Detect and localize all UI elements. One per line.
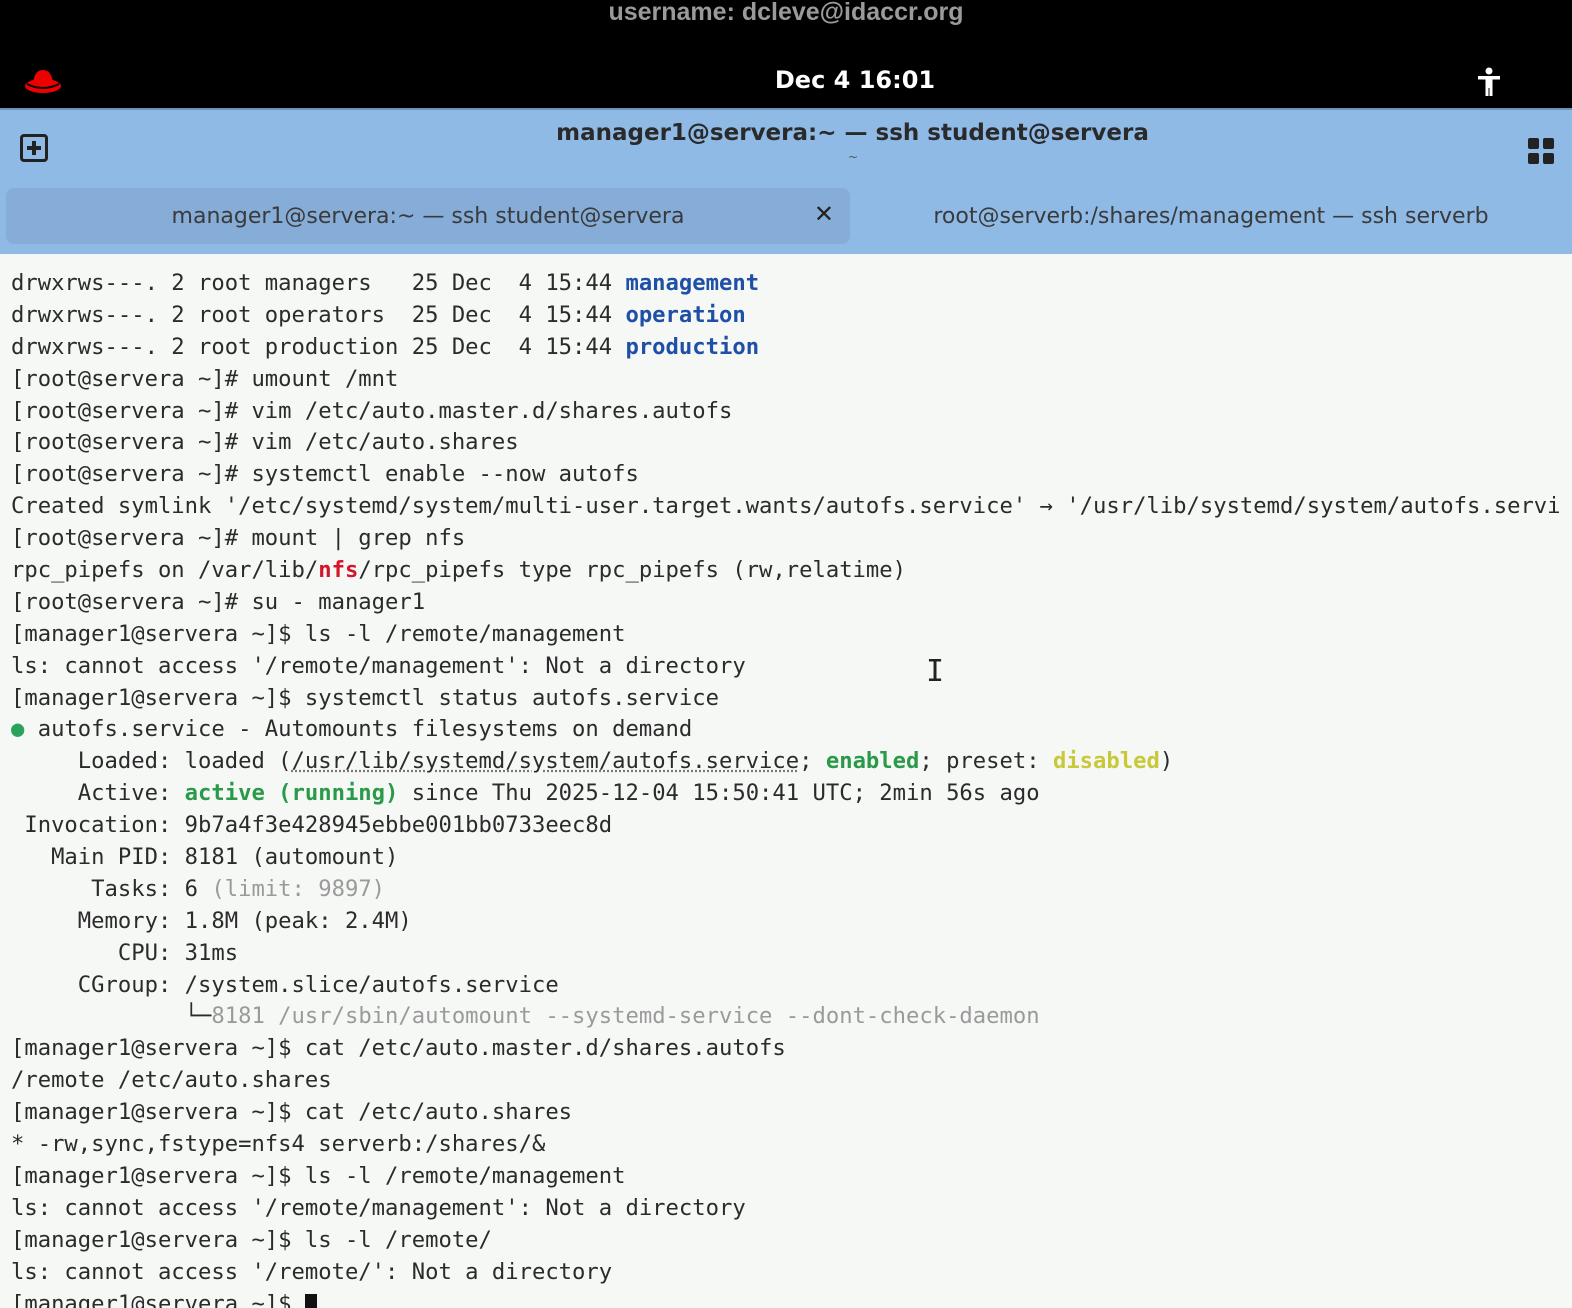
terminal-text: [root@servera ~]# su - manager1	[11, 588, 426, 615]
window-title: manager1@servera:~ — ssh student@servera	[556, 120, 1149, 146]
terminal-text: [root@servera ~]# mount | grep nfs	[11, 525, 466, 552]
terminal-text: drwxrws---. 2 root operators 25 Dec 4 15…	[11, 301, 626, 328]
terminal-text: operation	[625, 301, 746, 328]
terminal-text: Invocation: 9b7a4f3e428945ebbe001bb0733e…	[11, 812, 613, 839]
terminal-text: disabled	[1052, 748, 1160, 775]
terminal-text: ls: cannot access '/remote/management': …	[11, 1194, 746, 1221]
terminal-text: Tasks: 6	[11, 875, 212, 902]
terminal-line: [manager1@servera ~]$ systemctl status a…	[11, 683, 1572, 715]
tab-serverb[interactable]: root@serverb:/shares/management — ssh se…	[850, 188, 1572, 244]
terminal-line: drwxrws---. 2 root production 25 Dec 4 1…	[11, 332, 1572, 364]
terminal-text: └─	[11, 1003, 212, 1030]
terminal-line: [manager1@servera ~]$ ls -l /remote/mana…	[11, 1161, 1572, 1193]
terminal-line: [root@servera ~]# umount /mnt	[11, 364, 1572, 396]
terminal-line: ls: cannot access '/remote/management': …	[11, 1193, 1572, 1225]
clock[interactable]: Dec 4 16:01	[0, 66, 1572, 94]
terminal-output[interactable]: drwxrws---. 2 root managers 25 Dec 4 15:…	[0, 254, 1572, 1308]
terminal-text: [root@servera ~]# vim /etc/auto.master.d…	[11, 397, 733, 424]
terminal-header-bar: manager1@servera:~ — ssh student@servera…	[0, 108, 1572, 254]
terminal-text: nfs	[318, 557, 359, 584]
terminal-text: Active:	[11, 780, 185, 807]
terminal-text: [root@servera ~]# systemctl enable --now…	[11, 461, 639, 488]
terminal-line: └─8181 /usr/sbin/automount --systemd-ser…	[11, 1001, 1572, 1033]
accessibility-icon[interactable]	[1476, 66, 1502, 98]
terminal-line: Invocation: 9b7a4f3e428945ebbe001bb0733e…	[11, 810, 1572, 842]
terminal-text: [manager1@servera ~]$ systemctl status a…	[11, 684, 719, 711]
close-tab-icon[interactable]: ✕	[814, 200, 834, 228]
terminal-line: [root@servera ~]# vim /etc/auto.shares	[11, 427, 1572, 459]
terminal-line: drwxrws---. 2 root managers 25 Dec 4 15:…	[11, 268, 1572, 300]
terminal-line: [manager1@servera ~]$ cat /etc/auto.mast…	[11, 1033, 1572, 1065]
text-cursor-ibeam-icon: I	[926, 654, 945, 689]
terminal-line: rpc_pipefs on /var/lib/nfs/rpc_pipefs ty…	[11, 555, 1572, 587]
terminal-line: * -rw,sync,fstype=nfs4 serverb:/shares/&	[11, 1129, 1572, 1161]
terminal-line: [manager1@servera ~]$ ls -l /remote/mana…	[11, 619, 1572, 651]
terminal-text: [manager1@servera ~]$ ls -l /remote/	[11, 1226, 492, 1253]
terminal-text: Loaded: loaded (	[11, 748, 292, 775]
terminal-text: production	[625, 333, 760, 360]
status-dot-icon: ●	[11, 716, 25, 743]
terminal-text: Memory: 1.8M (peak: 2.4M)	[11, 907, 412, 934]
terminal-line: Memory: 1.8M (peak: 2.4M)	[11, 906, 1572, 938]
terminal-line: Created symlink '/etc/systemd/system/mul…	[11, 491, 1572, 523]
terminal-text: autofs.service - Automounts filesystems …	[24, 716, 693, 743]
terminal-line: [root@servera ~]# systemctl enable --now…	[11, 459, 1572, 491]
terminal-cursor	[304, 1294, 317, 1308]
terminal-text: since Thu 2025-12-04 15:50:41 UTC; 2min …	[398, 780, 1040, 807]
terminal-text: [manager1@servera ~]$ ls -l /remote/mana…	[11, 620, 626, 647]
tab-label: manager1@servera:~ — ssh student@servera	[171, 203, 685, 229]
terminal-line: drwxrws---. 2 root operators 25 Dec 4 15…	[11, 300, 1572, 332]
terminal-text: Main PID: 8181 (automount)	[11, 844, 399, 871]
terminal-text: [manager1@servera ~]$ cat /etc/auto.shar…	[11, 1099, 573, 1126]
terminal-text: [root@servera ~]# vim /etc/auto.shares	[11, 429, 519, 456]
terminal-text: ls: cannot access '/remote/management': …	[11, 652, 746, 679]
terminal-text: drwxrws---. 2 root managers 25 Dec 4 15:…	[11, 270, 626, 296]
terminal-text: Created symlink '/etc/systemd/system/mul…	[11, 493, 1561, 520]
terminal-line: CGroup: /system.slice/autofs.service	[11, 970, 1572, 1002]
terminal-text: * -rw,sync,fstype=nfs4 serverb:/shares/&	[11, 1131, 546, 1158]
terminal-line: CPU: 31ms	[11, 938, 1572, 970]
terminal-text: [manager1@servera ~]$	[11, 1290, 305, 1308]
tab-servera[interactable]: manager1@servera:~ — ssh student@servera…	[6, 188, 850, 244]
terminal-line: [manager1@servera ~]$	[11, 1289, 1572, 1308]
terminal-line: ● autofs.service - Automounts filesystem…	[11, 714, 1572, 746]
terminal-line: /remote /etc/auto.shares	[11, 1065, 1572, 1097]
terminal-line: [manager1@servera ~]$ cat /etc/auto.shar…	[11, 1097, 1572, 1129]
terminal-text: management	[625, 270, 760, 296]
terminal-text: drwxrws---. 2 root production 25 Dec 4 1…	[11, 333, 626, 360]
terminal-text: CPU: 31ms	[11, 939, 239, 966]
terminal-line: Tasks: 6 (limit: 9897)	[11, 874, 1572, 906]
terminal-line: Loaded: loaded (/usr/lib/systemd/system/…	[11, 746, 1572, 778]
tab-overview-icon[interactable]	[1528, 138, 1554, 164]
terminal-text: enabled	[825, 748, 920, 775]
terminal-line: Active: active (running) since Thu 2025-…	[11, 778, 1572, 810]
terminal-text: CGroup: /system.slice/autofs.service	[11, 971, 559, 998]
terminal-line: [root@servera ~]# su - manager1	[11, 587, 1572, 619]
terminal-text: (limit: 9897)	[211, 875, 386, 902]
terminal-line: ls: cannot access '/remote/': Not a dire…	[11, 1257, 1572, 1289]
terminal-text: 8181 /usr/sbin/automount --systemd-servi…	[211, 1003, 1040, 1030]
terminal-line: [root@servera ~]# mount | grep nfs	[11, 523, 1572, 555]
terminal-text: [manager1@servera ~]$ cat /etc/auto.mast…	[11, 1035, 786, 1062]
terminal-text: ;	[799, 748, 826, 775]
username-banner: username: dcleve@idaccr.org	[608, 0, 964, 26]
terminal-line: [manager1@servera ~]$ ls -l /remote/	[11, 1225, 1572, 1257]
terminal-text: /usr/lib/systemd/system/autofs.service	[291, 748, 800, 775]
terminal-text: ls: cannot access '/remote/': Not a dire…	[11, 1258, 613, 1285]
system-top-bar: username: dcleve@idaccr.org Dec 4 16:01	[0, 0, 1572, 108]
terminal-text: rpc_pipefs on /var/lib/	[11, 557, 319, 584]
terminal-text: [manager1@servera ~]$ ls -l /remote/mana…	[11, 1162, 626, 1189]
terminal-text: /rpc_pipefs type rpc_pipefs (rw,relatime…	[358, 557, 906, 584]
terminal-text: ; preset:	[919, 748, 1053, 775]
terminal-line: [root@servera ~]# vim /etc/auto.master.d…	[11, 396, 1572, 428]
terminal-text: active (running)	[184, 780, 399, 807]
terminal-text: [root@servera ~]# umount /mnt	[11, 365, 399, 392]
terminal-line: Main PID: 8181 (automount)	[11, 842, 1572, 874]
terminal-text: /remote /etc/auto.shares	[11, 1067, 332, 1094]
terminal-text: )	[1159, 748, 1174, 775]
terminal-line: ls: cannot access '/remote/management': …	[11, 651, 1572, 683]
tab-label: root@serverb:/shares/management — ssh se…	[933, 203, 1489, 229]
window-subtitle: ~	[848, 150, 859, 164]
